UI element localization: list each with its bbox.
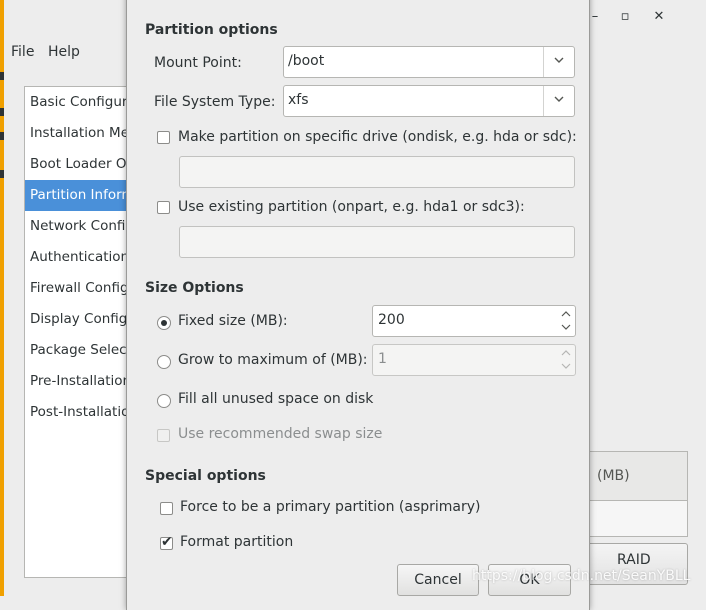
format-checkbox[interactable]: ✔ [160,534,173,550]
ondisk-label: Make partition on specific drive (ondisk… [178,129,577,145]
size-options-title: Size Options [145,280,244,296]
combo-separator [543,86,544,116]
radio-dot [161,320,167,326]
window-controls: – ▫ ✕ [586,0,706,38]
cancel-button[interactable]: Cancel [397,564,479,596]
format-label: Format partition [180,534,294,550]
spin-down-icon[interactable] [561,362,571,370]
close-icon[interactable]: ✕ [650,9,668,24]
raid-button-label: RAID [617,552,651,568]
fs-type-combo[interactable]: xfs [283,85,575,117]
edge-mark [0,108,4,116]
partition-table: (MB) [586,451,688,537]
fill-disk-label: Fill all unused space on disk [178,391,374,407]
table-header: (MB) [587,452,687,501]
onpart-input[interactable] [179,226,575,258]
grow-label: Grow to maximum of (MB): [178,352,368,368]
menubar: File Help [0,40,140,66]
fs-type-value: xfs [288,92,309,108]
grow-radio[interactable] [157,355,171,369]
fill-disk-radio[interactable] [157,394,171,408]
column-header-size[interactable]: (MB) [597,468,630,484]
fixed-size-value: 200 [378,312,405,328]
chevron-down-icon[interactable] [554,55,564,65]
spin-down-icon[interactable] [561,323,571,331]
watermark: https://blog.csdn.net/SeanYBLL [472,568,691,584]
spin-up-icon[interactable] [561,349,571,357]
grow-spinner[interactable]: 1 [372,344,576,376]
checkmark-icon: ✔ [161,534,173,550]
edge-mark [0,72,4,80]
fixed-size-radio[interactable] [157,316,171,330]
asprimary-checkbox[interactable] [160,502,173,515]
edge-mark [0,132,4,140]
chevron-down-icon[interactable] [554,94,564,104]
menu-help[interactable]: Help [48,44,80,60]
ondisk-checkbox[interactable] [157,131,170,144]
spin-up-icon[interactable] [561,310,571,318]
maximize-icon[interactable]: ▫ [616,9,634,24]
special-options-title: Special options [145,468,266,484]
onpart-label: Use existing partition (onpart, e.g. hda… [178,199,525,215]
grow-value: 1 [378,351,387,367]
swap-label: Use recommended swap size [178,426,383,442]
asprimary-label: Force to be a primary partition (asprima… [180,499,481,515]
swap-checkbox[interactable] [157,429,170,442]
mount-point-label: Mount Point: [154,55,242,71]
cancel-button-label: Cancel [414,572,462,588]
menu-file[interactable]: File [11,44,34,60]
combo-separator [543,47,544,77]
mount-point-value: /boot [288,53,325,69]
partition-options-dialog: Partition options Mount Point: /boot Fil… [126,0,590,610]
edge-mark [0,170,4,178]
partition-options-title: Partition options [145,22,278,38]
fixed-size-spinner[interactable]: 200 [372,305,576,337]
fixed-size-label: Fixed size (MB): [178,313,288,329]
mount-point-combo[interactable]: /boot [283,46,575,78]
onpart-checkbox[interactable] [157,201,170,214]
ondisk-input[interactable] [179,156,575,188]
fs-type-label: File System Type: [154,94,276,110]
window-edge-strip [0,0,4,596]
